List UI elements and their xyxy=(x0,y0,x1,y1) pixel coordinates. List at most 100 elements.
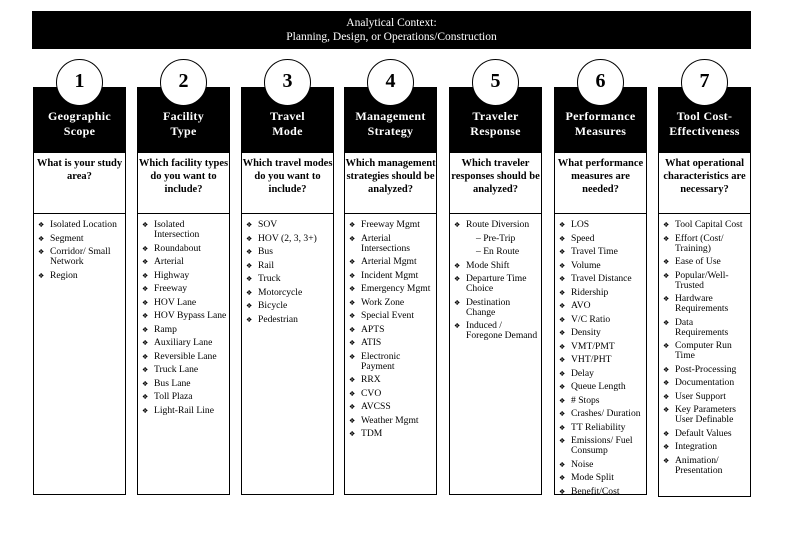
list-item-text: Toll Plaza xyxy=(154,391,193,402)
list-item-text: Queue Length xyxy=(571,381,626,392)
list-item-text: Work Zone xyxy=(361,296,405,308)
step-title-line1: Facility xyxy=(162,109,205,123)
list-item-text: Popular/Well-Trusted xyxy=(675,269,729,291)
diamond-bullet-icon: ❖ xyxy=(349,416,356,425)
list-item: ❖ Auxiliary Lane xyxy=(142,338,227,348)
list-item-text: ATIS xyxy=(361,337,382,348)
step-question: What performance measures are needed? xyxy=(554,153,647,214)
diamond-bullet-icon: ❖ xyxy=(246,234,253,243)
diamond-bullet-icon: ❖ xyxy=(559,423,566,432)
list-item: ❖ LOS xyxy=(559,220,644,230)
diamond-bullet-icon: ❖ xyxy=(559,460,566,469)
list-item: ❖ Route Diversion xyxy=(454,220,539,230)
diamond-bullet-icon: ❖ xyxy=(454,221,461,229)
list-item-text: Density xyxy=(571,327,601,338)
list-item: – Pre-Trip xyxy=(454,233,539,244)
list-item-text: Arterial xyxy=(154,256,184,267)
list-item: ❖ VHT/PHT xyxy=(559,355,644,365)
list-item: ❖ Truck Lane xyxy=(142,365,227,375)
list-item: ❖ SOV xyxy=(246,220,331,230)
list-item-text: Mode Shift xyxy=(466,259,510,271)
diamond-bullet-icon: ❖ xyxy=(142,285,149,293)
diamond-bullet-icon: ❖ xyxy=(142,339,149,347)
list-item-text: Mode Split xyxy=(571,472,614,483)
list-item-text: Isolated Intersection xyxy=(154,219,200,240)
list-item: ❖ Crashes/ Duration xyxy=(559,409,644,419)
diamond-bullet-icon: ❖ xyxy=(559,474,566,482)
list-item-text: User Support xyxy=(675,390,726,402)
diamond-bullet-icon: ❖ xyxy=(349,298,356,307)
option-list: ❖ Route Diversion – Pre-Trip – En Route ❖ Mod… xyxy=(449,214,542,495)
list-item: ❖ RRX xyxy=(349,375,434,385)
list-item: ❖ Electronic Payment xyxy=(349,351,434,372)
step-question: What operational characteristics are nec… xyxy=(658,153,751,214)
list-item: ❖ Special Event xyxy=(349,311,434,321)
list-item-text: Freeway Mgmt xyxy=(361,219,420,230)
list-item-text: Motorcycle xyxy=(258,286,303,298)
banner-subtitle: Planning, Design, or Operations/Construc… xyxy=(286,31,497,43)
diamond-bullet-icon: ❖ xyxy=(349,312,356,320)
list-item-text: Roundabout xyxy=(154,242,201,254)
list-item: ❖ Departure Time Choice xyxy=(454,274,539,294)
list-item: ❖ Post-Processing xyxy=(663,364,748,375)
list-item: ❖ Hardware Requirements xyxy=(663,294,748,314)
list-item-text: # Stops xyxy=(571,394,600,406)
list-item: ❖ Bus xyxy=(246,247,331,257)
list-item-text: Noise xyxy=(571,458,594,470)
list-item: ❖ Volume xyxy=(559,260,644,271)
list-item: ❖ AVO xyxy=(559,301,644,311)
list-item-text: VHT/PHT xyxy=(571,354,612,365)
list-item-text: Crashes/ Duration xyxy=(571,408,641,419)
list-item: ❖ Highway xyxy=(142,270,227,281)
list-item: ❖ Region xyxy=(38,270,123,281)
diamond-bullet-icon: ❖ xyxy=(142,312,149,320)
step-title-line1: Travel xyxy=(270,109,305,123)
diamond-bullet-icon: ❖ xyxy=(454,275,461,283)
list-item: ❖ Emergency Mgmt xyxy=(349,284,434,294)
diamond-bullet-icon: ❖ xyxy=(663,456,670,465)
list-item: ❖ Mode Split xyxy=(559,473,644,483)
list-item-text: TDM xyxy=(361,428,383,439)
diamond-bullet-icon: ❖ xyxy=(349,234,356,243)
list-item: ❖ Freeway xyxy=(142,284,227,294)
diamond-bullet-icon: ❖ xyxy=(142,221,149,229)
list-item-text: Documentation xyxy=(675,377,735,388)
list-item-text: Animation/ Presentation xyxy=(675,454,723,476)
diamond-bullet-icon: ❖ xyxy=(142,271,149,280)
diamond-bullet-icon: ❖ xyxy=(559,410,566,418)
step-number-circle: 5 xyxy=(472,59,519,106)
list-item-text: Delay xyxy=(571,367,594,379)
list-item-text: AVO xyxy=(571,300,591,311)
list-item-text: Light-Rail Line xyxy=(154,404,214,416)
step-question: Which facility types do you want to incl… xyxy=(137,153,230,214)
list-item-text: Speed xyxy=(571,232,595,244)
diamond-bullet-icon: ❖ xyxy=(349,403,356,411)
list-item: ❖ Segment xyxy=(38,233,123,244)
list-item: ❖ # Stops xyxy=(559,394,644,406)
list-item-text: CVO xyxy=(361,387,382,399)
list-item: ❖ Reversible Lane xyxy=(142,351,227,362)
step-title-line2: Type xyxy=(170,124,197,138)
diamond-bullet-icon: ❖ xyxy=(663,365,670,374)
list-item-text: Bicycle xyxy=(258,300,288,311)
list-item-text: Ramp xyxy=(154,323,177,335)
list-item-text: Arterial Intersections xyxy=(361,232,411,254)
diamond-bullet-icon: ❖ xyxy=(663,271,670,280)
list-item-text: Truck Lane xyxy=(154,364,199,375)
list-item: ❖ V/C Ratio xyxy=(559,314,644,325)
list-item: ❖ Pedestrian xyxy=(246,314,331,325)
option-list: ❖ Isolated Location ❖ Segment ❖ Corridor/ Sma… xyxy=(33,214,126,495)
diamond-bullet-icon: ❖ xyxy=(349,389,356,398)
list-item: ❖ Emissions/ Fuel Consump xyxy=(559,436,644,456)
list-item-text: AVCSS xyxy=(361,401,391,412)
diamond-bullet-icon: ❖ xyxy=(559,369,566,378)
diamond-bullet-icon: ❖ xyxy=(349,352,356,361)
list-item: ❖ Key Parameters User Definable xyxy=(663,405,748,425)
step-number-circle: 4 xyxy=(367,59,414,106)
step-question: Which traveler responses should be analy… xyxy=(449,153,542,214)
list-item: ❖ Roundabout xyxy=(142,242,227,254)
list-item-text: Rail xyxy=(258,259,274,271)
option-items: ❖ Tool Capital Cost ❖ Effort (Cost/ Trainin… xyxy=(663,220,748,476)
list-item: ❖ ATIS xyxy=(349,338,434,348)
list-item: ❖ Ease of Use xyxy=(663,257,748,267)
